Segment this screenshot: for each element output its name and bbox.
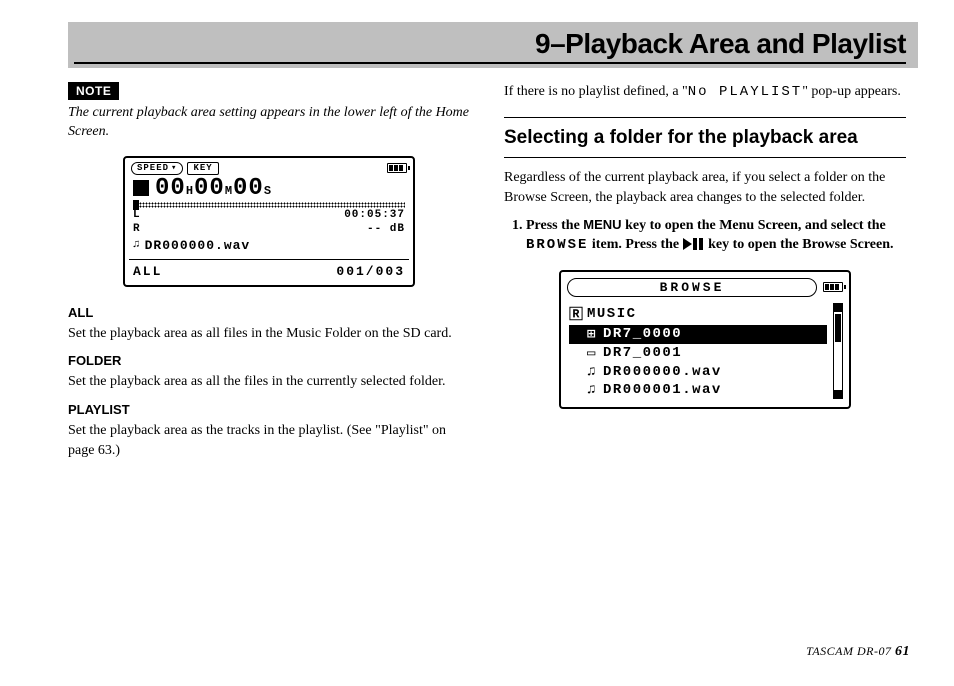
lcd2-row: ⊞DR7_0000	[569, 325, 827, 344]
note-badge: NOTE	[68, 82, 119, 100]
battery-icon	[823, 282, 843, 292]
heading-playlist: PLAYLIST	[68, 402, 470, 417]
lcd-meter-r: R	[133, 223, 141, 235]
lcd-speed-pill: SPEED▾	[131, 162, 183, 175]
para-no-playlist: If there is no playlist defined, a "No P…	[504, 82, 906, 103]
para-playlist: Set the playback area as the tracks in t…	[68, 421, 470, 460]
heading-all: ALL	[68, 305, 470, 320]
lcd2-scrollbar	[833, 303, 843, 399]
lcd2-row: ▭DR7_0001	[569, 344, 827, 363]
right-column: If there is no playlist defined, a "No P…	[504, 82, 906, 464]
stop-icon	[133, 180, 149, 196]
home-screen-lcd: SPEED▾ KEY 00H00M00S	[123, 156, 415, 287]
lcd2-row-name: DR7_0000	[603, 326, 682, 342]
root-folder-icon: 🅁	[569, 304, 583, 324]
chapter-title-bar: 9–Playback Area and Playlist	[68, 22, 918, 68]
lcd-file-name: DR000000.wav	[145, 238, 251, 253]
lcd-subtime: 00:05:37	[344, 209, 405, 221]
battery-icon	[387, 163, 407, 173]
lcd2-row-name: DR000000.wav	[603, 364, 722, 380]
step-1: Press the MENU key to open the Menu Scre…	[526, 216, 906, 256]
folder-plus-icon: ⊞	[585, 326, 599, 343]
lcd-meter-l: L	[133, 209, 141, 221]
section-heading: Selecting a folder for the playback area	[504, 126, 906, 150]
lcd2-list: 🅁 MUSIC ⊞DR7_0000▭DR7_0001♫DR000000.wav♫…	[563, 301, 831, 405]
lcd-elapsed-time: 00H00M00S	[155, 175, 272, 202]
lcd2-row: ♫DR000001.wav	[569, 381, 827, 399]
page-footer: TASCAM DR-07 61	[806, 644, 910, 660]
no-playlist-literal: No PLAYLIST	[688, 84, 802, 100]
menu-key-label: MENU	[583, 217, 621, 232]
lcd2-row: ♫DR000000.wav	[569, 363, 827, 381]
note-text: The current playback area setting appear…	[68, 104, 470, 142]
lcd2-root-row: 🅁 MUSIC	[569, 303, 827, 325]
lcd-counter: 001/003	[336, 264, 405, 279]
section-heading-box: Selecting a folder for the playback area	[504, 117, 906, 159]
page-number: 61	[895, 644, 910, 659]
lcd2-title: BROWSE	[567, 278, 817, 297]
chapter-title: 9–Playback Area and Playlist	[74, 28, 906, 64]
lcd-db: -- dB	[367, 223, 405, 235]
play-pause-icon	[683, 238, 705, 250]
heading-folder: FOLDER	[68, 353, 470, 368]
left-column: NOTE The current playback area setting a…	[68, 82, 470, 464]
lcd-progress-bar	[133, 202, 405, 208]
music-note-icon: ♫	[133, 239, 141, 251]
para-folder: Set the playback area as all the files i…	[68, 372, 470, 392]
chevron-down-icon: ▾	[171, 163, 177, 174]
music-note-icon: ♫	[585, 382, 599, 398]
para-all: Set the playback area as all files in th…	[68, 324, 470, 344]
browse-item-literal: BROWSE	[526, 237, 588, 253]
lcd-area-label: ALL	[133, 264, 162, 279]
lcd-key-pill: KEY	[187, 162, 218, 175]
folder-icon: ▭	[585, 345, 599, 362]
lcd2-row-name: DR000001.wav	[603, 382, 722, 398]
para-select-folder: Regardless of the current playback area,…	[504, 168, 906, 207]
lcd2-row-name: DR7_0001	[603, 345, 682, 361]
browse-screen-lcd: BROWSE 🅁 MUSIC ⊞DR7_0000▭DR7_0001♫DR0000…	[559, 270, 851, 409]
music-note-icon: ♫	[585, 364, 599, 380]
